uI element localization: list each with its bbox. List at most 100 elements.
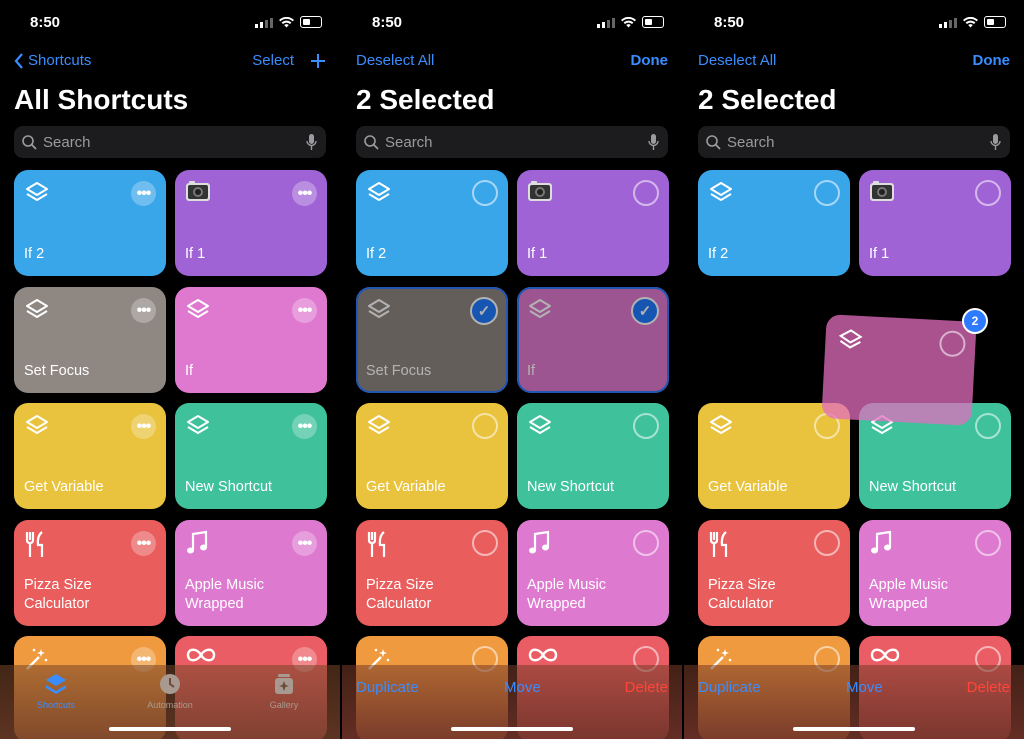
shortcut-tile[interactable]: Get Variable (698, 403, 850, 509)
shortcut-tile[interactable]: If 1 (517, 170, 669, 276)
checkmark-icon[interactable]: ✓ (631, 297, 659, 325)
shortcut-tile[interactable]: ••• New Shortcut (175, 403, 327, 509)
battery-icon (300, 16, 322, 28)
tab-label: Automation (147, 700, 193, 710)
shortcut-tile[interactable]: ••• If 1 (175, 170, 327, 276)
shortcut-tile[interactable]: ••• If (175, 287, 327, 393)
search-input[interactable]: Search (356, 126, 668, 158)
shortcut-tile[interactable]: ••• Apple Music Wrapped (175, 520, 327, 626)
microphone-icon[interactable] (990, 133, 1001, 151)
deselect-all-button[interactable]: Deselect All (698, 52, 776, 69)
select-button[interactable]: Select (252, 52, 294, 69)
drag-count-badge: 2 (962, 308, 988, 334)
status-time: 8:50 (30, 14, 61, 31)
music-note-icon (527, 530, 551, 561)
move-button[interactable]: Move (846, 679, 883, 696)
dragged-tiles[interactable] (821, 314, 977, 426)
shortcut-label: Set Focus (24, 363, 90, 379)
more-options-icon[interactable]: ••• (292, 531, 317, 556)
signal-icon (255, 17, 273, 28)
camera-icon (185, 180, 211, 207)
wifi-icon (963, 16, 978, 27)
select-circle[interactable] (975, 413, 1001, 439)
layers-icon (366, 413, 392, 444)
select-circle (938, 330, 967, 358)
layers-icon (527, 413, 553, 444)
shortcut-label: Pizza Size Calculator (708, 577, 776, 612)
shortcut-label: If 2 (708, 246, 729, 262)
music-note-icon (185, 530, 209, 561)
select-circle[interactable] (633, 180, 659, 206)
shortcut-tile[interactable]: New Shortcut (517, 403, 669, 509)
tab-shortcuts[interactable]: Shortcuts (21, 671, 91, 710)
select-circle[interactable] (975, 530, 1001, 556)
checkmark-icon[interactable]: ✓ (470, 297, 498, 325)
shortcut-tile[interactable]: Apple Music Wrapped (517, 520, 669, 626)
home-indicator (109, 727, 231, 731)
more-options-icon[interactable]: ••• (292, 414, 317, 439)
tab-gallery[interactable]: Gallery (249, 671, 319, 710)
search-input[interactable]: Search (698, 126, 1010, 158)
shortcut-tile[interactable]: ••• Pizza Size Calculator (14, 520, 166, 626)
selection-panel: 8:50 Deselect All Done 2 Selected Search… (342, 0, 682, 739)
music-note-icon (869, 530, 893, 561)
back-label: Shortcuts (28, 52, 92, 69)
delete-button[interactable]: Delete (625, 679, 668, 696)
more-options-icon[interactable]: ••• (131, 414, 156, 439)
shortcut-label: If (185, 363, 194, 379)
select-circle[interactable] (472, 180, 498, 206)
select-circle[interactable] (814, 180, 840, 206)
done-button[interactable]: Done (631, 52, 669, 69)
shortcut-tile[interactable]: ••• If 2 (14, 170, 166, 276)
shortcut-tile[interactable]: If 1 (859, 170, 1011, 276)
search-icon (364, 134, 379, 150)
select-circle[interactable] (472, 413, 498, 439)
select-circle[interactable] (472, 530, 498, 556)
microphone-icon[interactable] (306, 133, 317, 151)
tab-label: Shortcuts (36, 700, 76, 710)
signal-icon (939, 17, 957, 28)
microphone-icon[interactable] (648, 133, 659, 151)
more-options-icon[interactable]: ••• (131, 298, 156, 323)
shortcut-tile[interactable]: Pizza Size Calculator (698, 520, 850, 626)
layers-icon (24, 297, 50, 328)
shortcut-tile[interactable]: ••• Set Focus (14, 287, 166, 393)
shortcut-tile[interactable]: If 2 (698, 170, 850, 276)
utensils-icon (708, 530, 732, 563)
shortcut-tile[interactable]: Apple Music Wrapped (859, 520, 1011, 626)
tab-automation[interactable]: Automation (135, 671, 205, 710)
layers-icon (837, 327, 865, 359)
delete-button[interactable]: Delete (967, 679, 1010, 696)
tab-bar: Shortcuts Automation Gallery (0, 665, 340, 739)
duplicate-button[interactable]: Duplicate (356, 679, 419, 696)
more-options-icon[interactable]: ••• (131, 531, 156, 556)
layers-icon (185, 413, 211, 444)
shortcut-tile[interactable]: ✓ If (517, 287, 669, 393)
shortcut-tile[interactable]: If 2 (356, 170, 508, 276)
shortcut-tile[interactable]: Pizza Size Calculator (356, 520, 508, 626)
shortcut-tile[interactable]: Get Variable (356, 403, 508, 509)
more-options-icon[interactable]: ••• (292, 298, 317, 323)
stack-icon (46, 674, 66, 694)
layers-icon (708, 413, 734, 444)
move-button[interactable]: Move (504, 679, 541, 696)
deselect-all-button[interactable]: Deselect All (356, 52, 434, 69)
plus-icon[interactable] (310, 53, 326, 69)
back-button[interactable]: Shortcuts (14, 52, 91, 69)
more-options-icon[interactable]: ••• (292, 181, 317, 206)
more-options-icon[interactable]: ••• (131, 181, 156, 206)
wifi-icon (279, 16, 294, 27)
select-circle[interactable] (814, 530, 840, 556)
nav-bar: Deselect All Done (342, 50, 682, 72)
home-indicator (793, 727, 915, 731)
done-button[interactable]: Done (973, 52, 1011, 69)
select-circle[interactable] (975, 180, 1001, 206)
search-input[interactable]: Search (14, 126, 326, 158)
shortcut-tile[interactable]: ••• Get Variable (14, 403, 166, 509)
camera-icon (527, 180, 553, 207)
select-circle[interactable] (633, 530, 659, 556)
select-circle[interactable] (633, 413, 659, 439)
shortcut-tile[interactable]: ✓ Set Focus (356, 287, 508, 393)
duplicate-button[interactable]: Duplicate (698, 679, 761, 696)
clock-icon (160, 674, 180, 694)
